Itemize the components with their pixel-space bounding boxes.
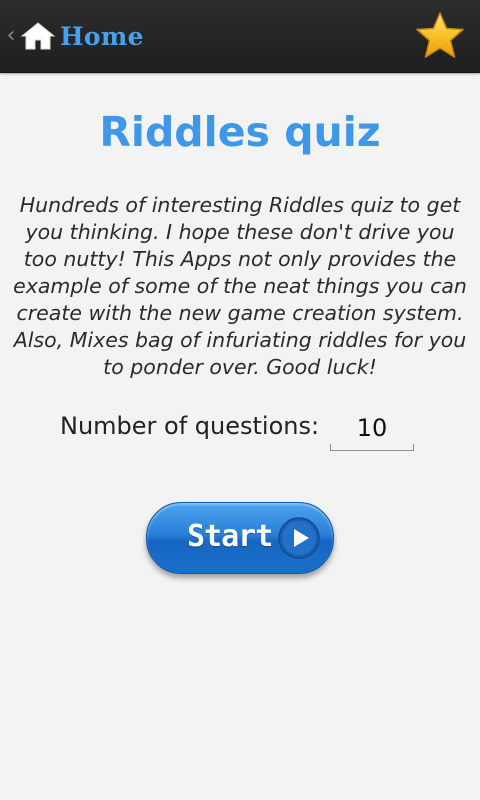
page-title: Riddles quiz — [99, 108, 381, 156]
start-button[interactable]: Start — [146, 502, 334, 574]
questions-label: Number of questions: — [60, 412, 320, 440]
input-underline-right-tick — [413, 444, 414, 451]
star-icon — [416, 12, 464, 58]
home-label: Home — [60, 21, 144, 51]
description-text: Hundreds of interesting Riddles quiz to … — [13, 193, 467, 379]
home-up-button[interactable]: ‹ Home — [4, 14, 144, 58]
play-icon — [277, 516, 321, 560]
questions-row: Number of questions: — [0, 404, 480, 452]
action-bar: ‹ Home — [0, 0, 480, 73]
app-screen: ‹ Home Riddles quiz Hundreds of interest… — [0, 0, 480, 800]
questions-count-input[interactable] — [330, 406, 414, 451]
input-underline-left-tick — [330, 444, 331, 451]
house-icon — [20, 22, 56, 50]
up-caret-icon: ‹ — [6, 23, 16, 48]
start-label: Start — [187, 519, 273, 554]
favorite-button[interactable] — [414, 10, 466, 62]
